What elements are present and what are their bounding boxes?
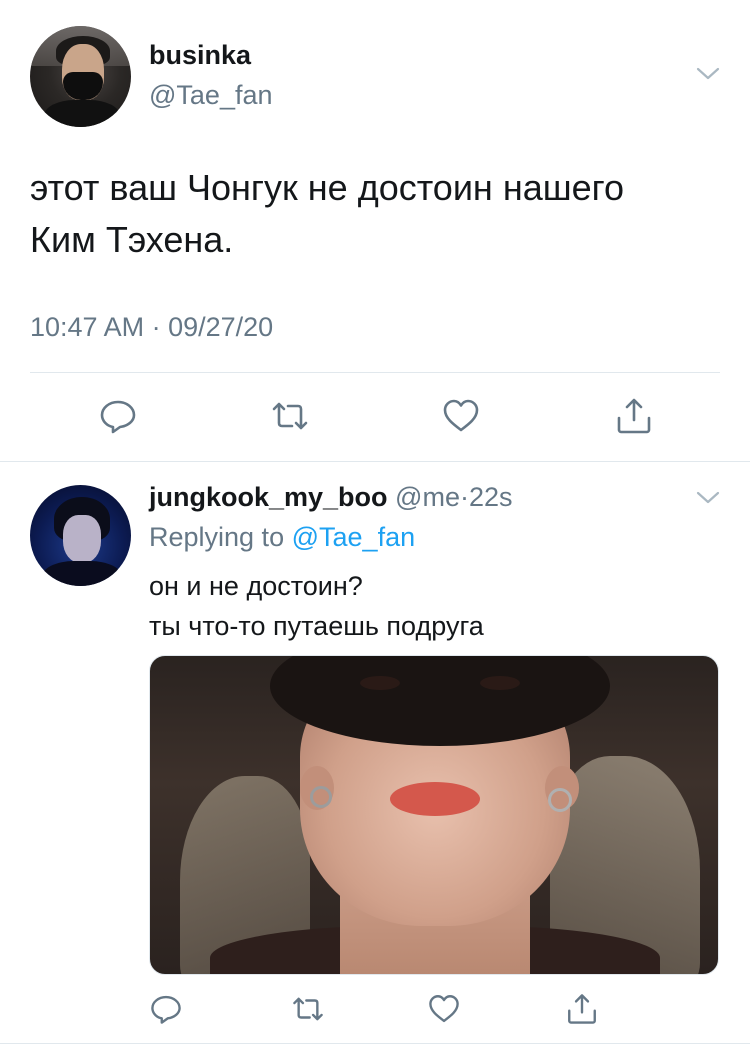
user-handle[interactable]: @Tae_fan bbox=[149, 80, 273, 111]
chevron-down-icon[interactable] bbox=[696, 66, 720, 82]
tweet-age: 22s bbox=[468, 482, 513, 512]
share-icon bbox=[617, 398, 651, 434]
reply-icon bbox=[151, 995, 181, 1024]
share-icon bbox=[568, 994, 596, 1024]
tweet-text-line: Ким Тэхена. bbox=[30, 219, 234, 260]
tweet-timestamp[interactable]: 10:47 AM · 09/27/20 bbox=[30, 312, 273, 343]
avatar[interactable] bbox=[30, 485, 131, 586]
main-tweet: businka @Tae_fan этот ваш Чонгук не дост… bbox=[0, 0, 750, 462]
heart-icon bbox=[443, 399, 479, 432]
reply-button[interactable] bbox=[98, 396, 138, 436]
replying-to-label: Replying to bbox=[149, 522, 285, 552]
divider bbox=[30, 372, 720, 373]
tweet-text-line: ты что-то путаешь подруга bbox=[149, 611, 484, 641]
reply-icon bbox=[100, 400, 136, 434]
share-button[interactable] bbox=[564, 991, 600, 1027]
retweet-button[interactable] bbox=[290, 991, 326, 1027]
retweet-icon bbox=[293, 997, 323, 1021]
chevron-down-icon[interactable] bbox=[696, 490, 720, 506]
replying-to: Replying to @Tae_fan bbox=[149, 522, 415, 553]
display-name[interactable]: businka bbox=[149, 40, 251, 71]
reply-header: jungkook_my_boo @me·22s bbox=[149, 482, 513, 513]
retweet-button[interactable] bbox=[270, 396, 310, 436]
display-name[interactable]: jungkook_my_boo bbox=[149, 482, 388, 512]
separator-dot: · bbox=[459, 482, 469, 512]
avatar[interactable] bbox=[30, 26, 131, 127]
tweet-text-line: он и не достоин? bbox=[149, 571, 363, 601]
divider bbox=[0, 461, 750, 462]
tweet-text: он и не достоин? ты что-то путаешь подру… bbox=[149, 566, 719, 646]
heart-icon bbox=[429, 995, 459, 1023]
user-handle[interactable]: @me bbox=[395, 482, 460, 512]
reply-button[interactable] bbox=[148, 991, 184, 1027]
like-button[interactable] bbox=[441, 396, 481, 436]
replying-to-handle[interactable]: @Tae_fan bbox=[292, 522, 416, 552]
tweet-photo[interactable] bbox=[149, 655, 719, 975]
like-button[interactable] bbox=[426, 991, 462, 1027]
share-button[interactable] bbox=[614, 396, 654, 436]
retweet-icon bbox=[272, 402, 308, 430]
tweet-text: этот ваш Чонгук не достоин нашего Ким Тэ… bbox=[30, 162, 720, 266]
divider bbox=[0, 1043, 750, 1044]
tweet-text-line: этот ваш Чонгук не достоин нашего bbox=[30, 167, 624, 208]
